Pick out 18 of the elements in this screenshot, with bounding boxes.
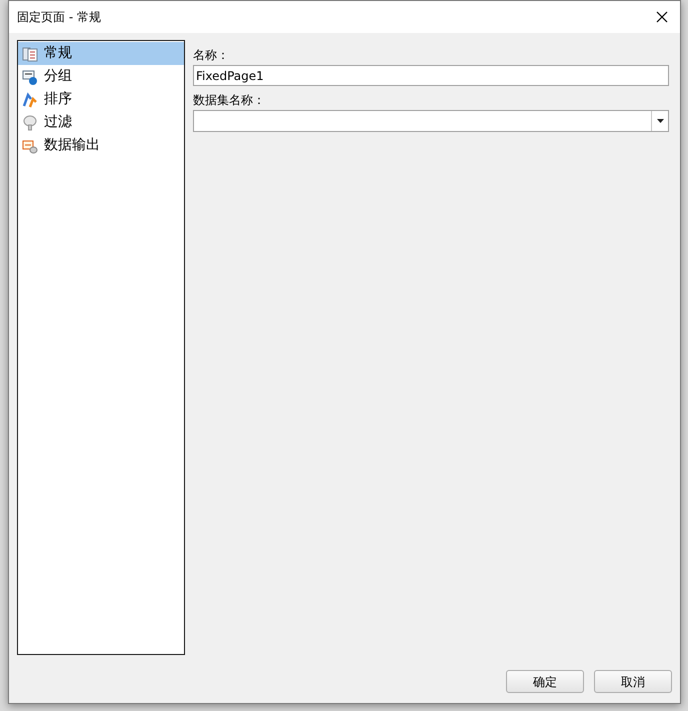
name-label: 名称： [193, 47, 230, 64]
window-globe-icon [22, 68, 38, 84]
category-item[interactable]: 过滤 [18, 111, 184, 134]
data-export-icon [22, 138, 38, 154]
dataset-dropdown[interactable] [193, 110, 669, 132]
sort-arrows-icon [22, 92, 38, 108]
dataset-name-label: 数据集名称： [193, 92, 266, 109]
category-item[interactable]: 数据输出 [18, 134, 184, 157]
close-icon[interactable] [656, 11, 668, 23]
category-item[interactable]: 排序 [18, 88, 184, 111]
ok-button[interactable]: 确定 [506, 670, 584, 693]
document-list-icon [22, 46, 38, 62]
cancel-button[interactable]: 取消 [594, 670, 672, 693]
category-item[interactable]: 常规 [18, 42, 184, 65]
name-field[interactable]: FixedPage1 [193, 65, 669, 86]
window-title: 固定页面 - 常规 [17, 9, 101, 26]
category-item[interactable]: 分组 [18, 65, 184, 88]
dropdown-caret-icon [656, 119, 664, 123]
